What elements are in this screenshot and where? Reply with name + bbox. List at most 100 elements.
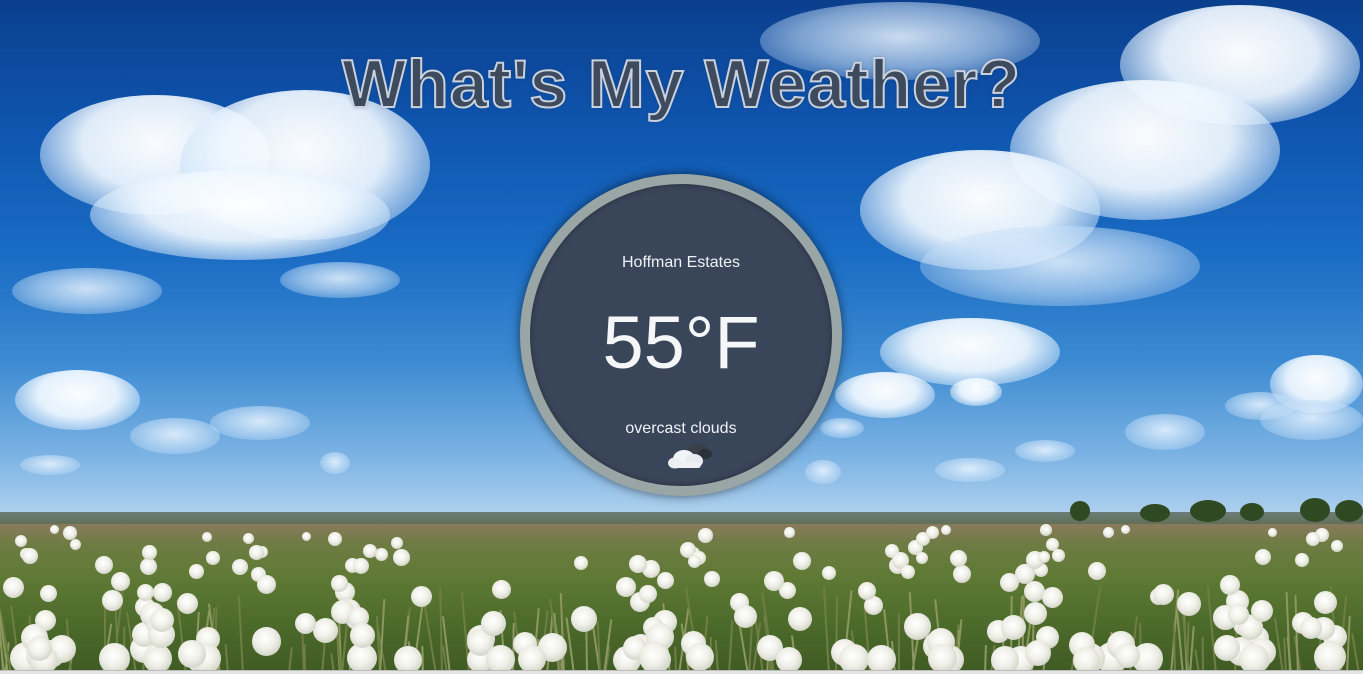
dandelion-puff (1121, 525, 1131, 535)
grass-blade (1294, 595, 1299, 674)
temperature-value: 55°F (602, 301, 760, 384)
grass-blade (439, 587, 443, 674)
dandelion-puff (328, 532, 343, 547)
dandelion-puff (704, 571, 720, 587)
grass-blade (423, 604, 437, 674)
dandelion-puff (698, 528, 713, 543)
dandelion-puff (901, 565, 916, 580)
dandelion-puff (202, 532, 213, 543)
cloud (1125, 414, 1205, 450)
dandelion-puff (50, 525, 60, 535)
dandelion-puff (1306, 532, 1321, 547)
broken-clouds-icon (668, 444, 712, 469)
dandelion-puff (688, 555, 702, 569)
dandelion-puff (99, 643, 130, 674)
grass-blade (1206, 586, 1217, 674)
dandelion-puff (788, 607, 813, 632)
dandelion-puff (70, 539, 82, 551)
dandelion-puff (1115, 643, 1141, 669)
grass-blade (1201, 637, 1204, 674)
dandelion-puff (1088, 562, 1107, 581)
dandelion-puff (926, 526, 940, 540)
bottom-bar (0, 670, 1363, 674)
tree (1240, 503, 1264, 521)
cloud (320, 452, 350, 474)
dandelion-puff (153, 583, 172, 602)
dandelion-puff (178, 640, 206, 668)
dandelion-puff (3, 577, 25, 599)
cloud (920, 226, 1200, 306)
dandelion-puff (784, 527, 795, 538)
dandelion-puff (1000, 573, 1019, 592)
cloud (280, 262, 400, 298)
grass-blade (728, 621, 734, 674)
dandelion-puff (353, 558, 369, 574)
dandelion-puff (206, 551, 220, 565)
tree (1140, 504, 1170, 522)
grass-field (0, 524, 1363, 674)
dandelion-puff (657, 572, 674, 589)
tree (1190, 500, 1226, 522)
dandelion-puff (95, 556, 114, 575)
dandelion-puff (1251, 600, 1274, 623)
dandelion-puff (1052, 549, 1065, 562)
dandelion-puff (411, 586, 433, 608)
dandelion-puff (63, 526, 77, 540)
dandelion-puff (574, 556, 588, 570)
dandelion-puff (189, 564, 204, 579)
dandelion-puff (22, 548, 38, 564)
cloud (805, 460, 841, 484)
dandelion-puff (1331, 540, 1343, 552)
dandelion-puff (1001, 615, 1026, 640)
dandelion-puff (232, 559, 248, 575)
cloud (20, 455, 80, 475)
tree (1335, 500, 1363, 522)
dandelion-puff (140, 558, 158, 576)
dandelion-puff (793, 552, 811, 570)
dandelion-puff (1220, 575, 1240, 595)
dandelion-puff (639, 642, 671, 674)
dandelion-puff (15, 535, 28, 548)
dandelion-puff (1038, 551, 1051, 564)
dandelion-puff (363, 544, 377, 558)
dandelion-puff (518, 645, 546, 673)
grass-blade (738, 623, 749, 674)
dandelion-puff (350, 623, 375, 648)
dandelion-puff (1042, 587, 1063, 608)
dandelion-puff (137, 584, 154, 601)
cloud (935, 458, 1005, 482)
dandelion-puff (249, 545, 264, 560)
dandelion-puff (252, 627, 281, 656)
dandelion-puff (391, 537, 403, 549)
dandelion-puff (243, 533, 254, 544)
weather-description: overcast clouds (625, 420, 737, 437)
cloud (12, 268, 162, 314)
page-title: What's My Weather? (341, 45, 1021, 123)
cloud (835, 372, 935, 418)
dandelion-puff (1300, 617, 1322, 639)
dandelion-puff (953, 565, 971, 583)
dandelion-puff (1255, 549, 1272, 566)
dandelion-puff (1314, 591, 1338, 615)
dandelion-puff (1268, 528, 1277, 537)
dandelion-puff (177, 593, 199, 615)
cloud (1260, 400, 1363, 440)
cloud (1015, 440, 1075, 462)
dandelion-puff (1295, 553, 1309, 567)
grass-blade (603, 619, 613, 674)
dandelion-puff (822, 566, 837, 581)
dandelion-puff (481, 611, 506, 636)
tree (1300, 498, 1330, 522)
weather-card: Hoffman Estates 55°F overcast clouds (520, 174, 842, 496)
grass-blade (897, 612, 900, 674)
dandelion-puff (916, 552, 929, 565)
cloud (90, 170, 390, 260)
dandelion-puff (764, 571, 784, 591)
dandelion-puff (1025, 640, 1052, 667)
city-name: Hoffman Estates (622, 254, 740, 271)
dandelion-puff (734, 605, 757, 628)
dandelion-puff (40, 585, 57, 602)
dandelion-puff (150, 608, 175, 633)
dandelion-puff (102, 590, 123, 611)
dandelion-puff (1103, 527, 1115, 539)
